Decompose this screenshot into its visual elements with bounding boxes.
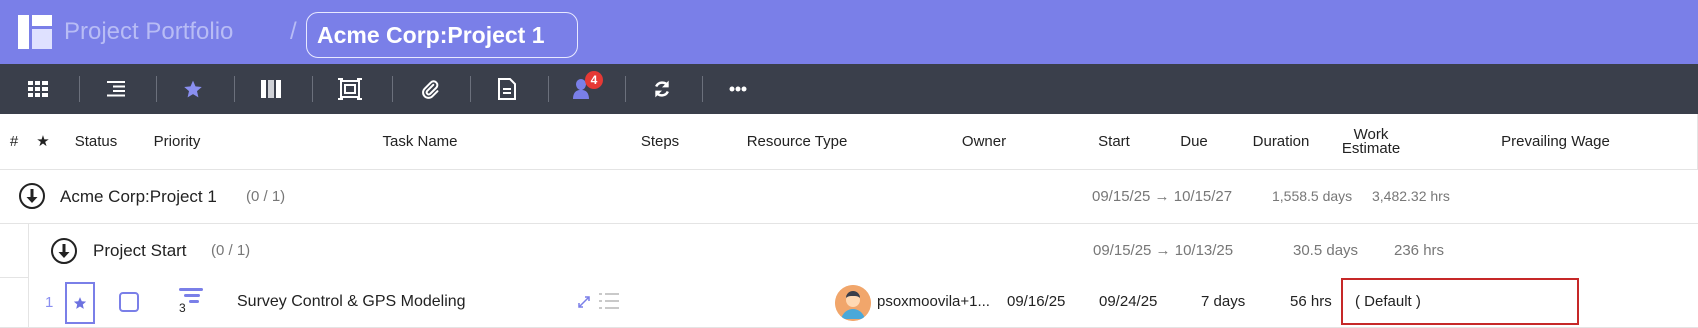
prevailing-wage-cell[interactable]: ( Default ) — [1341, 278, 1579, 325]
refresh-icon — [655, 80, 669, 98]
column-header-duration[interactable]: Duration — [1234, 114, 1328, 170]
priority-indicator[interactable]: 3 — [179, 288, 205, 316]
expand-task-button[interactable] — [577, 295, 591, 314]
collaborators-button[interactable]: 4 — [560, 64, 608, 114]
arrow-down-icon — [58, 244, 70, 258]
phase-group-row[interactable]: Project Start (0 / 1) 09/15/25 → 10/13/2… — [0, 224, 1698, 278]
column-header-due[interactable]: Due — [1154, 114, 1234, 170]
column-header-star[interactable]: ★ — [28, 114, 58, 170]
owner-name[interactable]: psoxmoovila+1... — [877, 293, 990, 310]
phase-date-range: 09/15/25 → 10/13/25 — [1093, 242, 1234, 259]
indent-list-icon — [107, 81, 125, 97]
collapse-phase-button[interactable] — [51, 238, 77, 264]
project-date-range: 09/15/25 → 10/15/27 — [1092, 188, 1233, 205]
favorite-toggle[interactable] — [65, 282, 95, 324]
column-header-task-name[interactable]: Task Name — [220, 114, 620, 170]
paperclip-icon — [422, 80, 439, 99]
project-name: Acme Corp:Project 1 — [60, 187, 217, 206]
columns-icon — [261, 80, 281, 98]
column-header-owner[interactable]: Owner — [894, 114, 1074, 170]
grid-view-icon — [28, 81, 48, 97]
phase-work-estimate: 236 hrs — [1394, 242, 1445, 259]
priority-level: 3 — [179, 301, 186, 315]
columns-button[interactable] — [251, 64, 291, 114]
project-duration: 1,558.5 days — [1272, 188, 1353, 204]
project-group-row[interactable]: Acme Corp:Project 1 (0 / 1) 09/15/25 → 1… — [0, 170, 1698, 224]
column-header-priority[interactable]: Priority — [134, 114, 220, 170]
column-header-prevailing-wage[interactable]: Prevailing Wage — [1414, 114, 1698, 170]
breadcrumb-label: Acme Corp:Project 1 — [317, 22, 545, 48]
phase-duration: 30.5 days — [1293, 242, 1359, 259]
collapse-project-button[interactable] — [19, 183, 45, 209]
column-header-steps[interactable]: Steps — [620, 114, 700, 170]
task-row-number: 1 — [45, 294, 54, 311]
more-options-button[interactable] — [718, 64, 758, 114]
task-start-date[interactable]: 09/16/25 — [1007, 293, 1065, 310]
notification-badge: 4 — [585, 71, 603, 89]
phase-name: Project Start — [93, 241, 187, 260]
attachments-button[interactable] — [410, 64, 450, 114]
user-avatar-icon — [835, 285, 871, 321]
column-header-resource-type[interactable]: Resource Type — [700, 114, 894, 170]
expand-diagonal-icon — [578, 296, 590, 308]
phase-task-count: (0 / 1) — [211, 242, 251, 259]
status-checkbox[interactable] — [119, 292, 139, 312]
breadcrumb-current-project[interactable]: Acme Corp:Project 1 — [306, 12, 578, 58]
numbered-list-icon — [599, 293, 619, 309]
refresh-button[interactable] — [642, 64, 682, 114]
work-estimate-label-line2: Estimate — [1341, 140, 1401, 157]
task-name[interactable]: Survey Control & GPS Modeling — [237, 293, 466, 311]
task-row[interactable]: 1 3 Survey Control & GPS Modeling psoxmo… — [0, 278, 1698, 328]
fit-screen-button[interactable] — [330, 64, 370, 114]
indent-list-button[interactable] — [96, 64, 136, 114]
column-header-work-estimate[interactable]: Work Estimate — [1328, 114, 1414, 170]
project-work-estimate: 3,482.32 hrs — [1372, 188, 1450, 204]
column-header-row: # ★ Status Priority Task Name Steps Reso… — [0, 114, 1698, 170]
app-title[interactable]: Project Portfolio — [64, 18, 233, 46]
steps-button[interactable] — [599, 292, 619, 315]
column-header-start[interactable]: Start — [1074, 114, 1154, 170]
task-duration[interactable]: 7 days — [1201, 293, 1245, 310]
grid-view-button[interactable] — [18, 64, 58, 114]
column-header-number[interactable]: # — [0, 114, 28, 170]
column-header-status[interactable]: Status — [58, 114, 134, 170]
star-icon — [184, 80, 202, 98]
project-portfolio-logo-icon[interactable] — [18, 15, 52, 49]
task-due-date[interactable]: 09/24/25 — [1099, 293, 1157, 310]
document-button[interactable] — [487, 64, 527, 114]
toolbar: 4 — [0, 64, 1698, 114]
document-icon — [498, 78, 516, 100]
task-work-estimate[interactable]: 56 hrs — [1290, 293, 1332, 310]
owner-avatar[interactable] — [835, 285, 871, 321]
project-task-count: (0 / 1) — [246, 188, 286, 205]
fit-screen-icon — [338, 78, 362, 100]
breadcrumb-separator: / — [290, 18, 297, 45]
arrow-down-icon — [26, 189, 38, 203]
more-icon — [729, 86, 747, 92]
star-icon — [73, 297, 87, 309]
app-header: Project Portfolio / Acme Corp:Project 1 — [0, 0, 1698, 64]
favorites-button[interactable] — [173, 64, 213, 114]
